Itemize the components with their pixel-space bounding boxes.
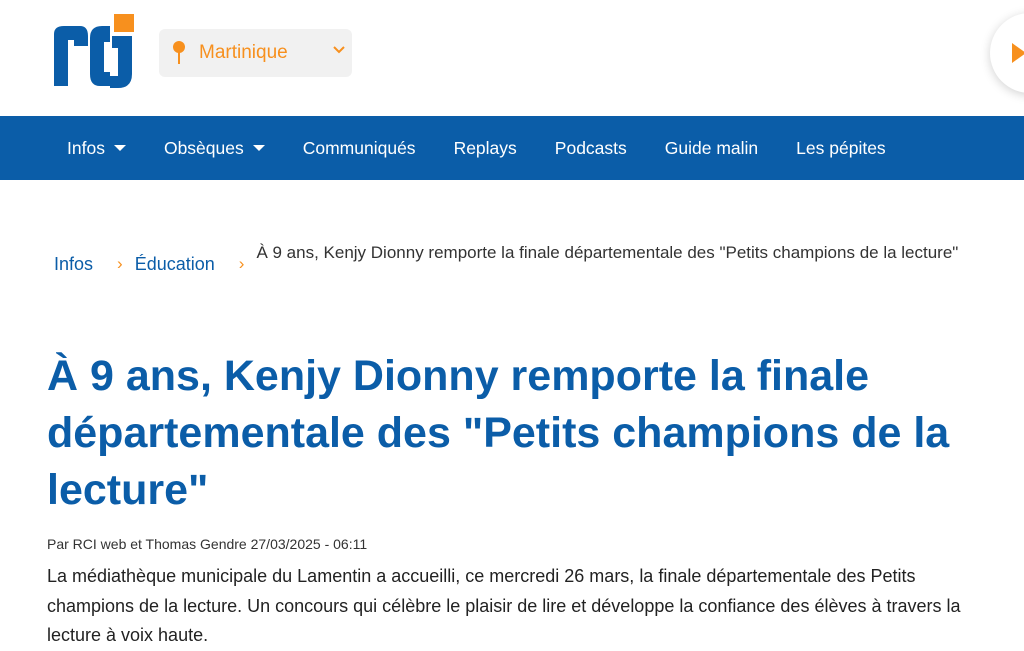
nav-item-label: Podcasts [554, 137, 627, 158]
breadcrumb-separator: › [238, 254, 245, 273]
nav-item-label: Obsèques [163, 137, 244, 158]
article-lead: La médiathèque municipale du Lamentin a … [47, 566, 961, 645]
main-nav: Infos Obsèques Communiqués Replays Podca… [0, 116, 1024, 180]
caret-down-icon [252, 145, 265, 151]
article-byline: Par RCI web et Thomas Gendre 27/03/2025 … [47, 536, 368, 552]
caret-down-icon [113, 145, 126, 151]
nav-item-label: Infos [67, 137, 105, 158]
region-label: Martinique [199, 42, 288, 63]
breadcrumb-current: À 9 ans, Kenjy Dionny remporte la finale… [256, 243, 959, 262]
nav-item-communiques[interactable]: Communiqués [284, 116, 435, 180]
breadcrumb-separator: › [117, 254, 123, 273]
article-title: À 9 ans, Kenjy Dionny remporte la finale… [47, 352, 950, 514]
chevron-down-icon [333, 46, 345, 54]
rci-logo[interactable] [52, 14, 136, 88]
site-header: Martinique [0, 0, 1024, 116]
breadcrumb-link-education[interactable]: Éducation [135, 241, 215, 287]
nav-item-label: Les pépites [796, 137, 886, 158]
live-play-button[interactable] [990, 13, 1024, 93]
nav-item-les-pepites[interactable]: Les pépites [777, 116, 905, 180]
nav-item-guide-malin[interactable]: Guide malin [646, 116, 777, 180]
nav-item-infos[interactable]: Infos [48, 116, 145, 180]
nav-item-label: Guide malin [664, 137, 759, 158]
breadcrumb-link-infos[interactable]: Infos [54, 241, 93, 287]
breadcrumb: Infos › Éducation › À 9 ans, Kenjy Dionn… [54, 241, 1014, 287]
region-selector[interactable]: Martinique [159, 29, 352, 77]
nav-item-podcasts[interactable]: Podcasts [536, 116, 646, 180]
nav-item-label: Replays [453, 137, 517, 158]
nav-item-replays[interactable]: Replays [435, 116, 536, 180]
nav-item-obseques[interactable]: Obsèques [145, 116, 284, 180]
play-icon [1012, 43, 1024, 63]
location-pin-icon [173, 41, 185, 64]
nav-item-label: Communiqués [302, 137, 416, 158]
